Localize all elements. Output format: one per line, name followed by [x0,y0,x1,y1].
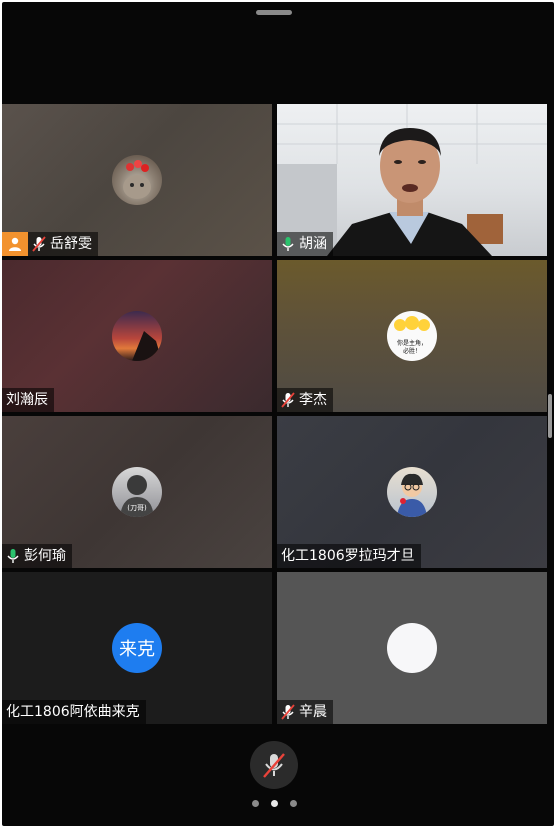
mic-muted-icon [281,392,295,408]
avatar-text: 来克 [119,639,155,660]
participant-name-tag: 李杰 [277,388,333,412]
participant-name-tag: 岳舒雯 [28,232,98,256]
meeting-window: 岳舒雯 胡涵 刘瀚辰 你是主角， 必胜！ 李杰 (刀哥) 彭何瑜 化工1806罗… [2,2,554,826]
avatar-initials: 来克 [112,623,162,673]
participant-tile-6[interactable]: 化工1806罗拉玛才旦 [277,416,547,568]
scrollbar[interactable] [548,394,552,438]
svg-text:(刀哥): (刀哥) [127,504,147,512]
mic-on-icon [7,549,19,563]
avatar-emoji: 你是主角， 必胜！ [387,311,437,361]
participant-name-tag: 刘瀚辰 [2,388,54,412]
svg-text:你是主角，: 你是主角， [397,339,427,347]
participant-name: 胡涵 [299,236,327,252]
mic-muted-icon [281,704,295,720]
page-dot-current[interactable] [271,800,278,807]
participant-name: 化工1806阿依曲来克 [6,704,140,720]
participant-tile-7[interactable]: 来克 化工1806阿依曲来克 [2,572,272,724]
svg-text:必胜！: 必胜！ [403,347,421,355]
participant-name-tag: 化工1806阿依曲来克 [2,700,146,724]
participant-name: 刘瀚辰 [6,392,48,408]
person-icon [9,237,21,251]
participant-name: 李杰 [299,392,327,408]
participant-name-tag: 彭何瑜 [2,544,72,568]
participant-name-tag: 辛晨 [277,700,333,724]
participant-name-tag: 化工1806罗拉玛才旦 [277,544,421,568]
participant-tile-3[interactable]: 刘瀚辰 [2,260,272,412]
avatar-blank [387,623,437,673]
avatar-cat [112,155,162,205]
participant-tile-1[interactable]: 岳舒雯 [2,104,272,256]
participant-name: 辛晨 [299,704,327,720]
participant-tile-4[interactable]: 你是主角， 必胜！ 李杰 [277,260,547,412]
mic-muted-icon [32,236,46,252]
avatar-cartoon [387,467,437,517]
participant-name: 彭何瑜 [24,548,66,564]
page-dot[interactable] [252,800,259,807]
page-dot[interactable] [290,800,297,807]
participant-tile-5[interactable]: (刀哥) 彭何瑜 [2,416,272,568]
drag-handle[interactable] [256,10,292,15]
avatar-sunset [112,311,162,361]
participant-tile-8[interactable]: 辛晨 [277,572,547,724]
participant-tile-2[interactable]: 胡涵 [277,104,547,256]
page-indicator [252,800,297,807]
mute-button[interactable] [250,741,298,789]
host-badge [2,232,28,256]
mic-muted-icon [263,753,285,778]
participant-name-tag: 胡涵 [277,232,333,256]
participant-name: 岳舒雯 [50,236,92,252]
mic-on-icon [282,237,294,251]
avatar-person: (刀哥) [112,467,162,517]
participant-name: 化工1806罗拉玛才旦 [281,548,415,564]
